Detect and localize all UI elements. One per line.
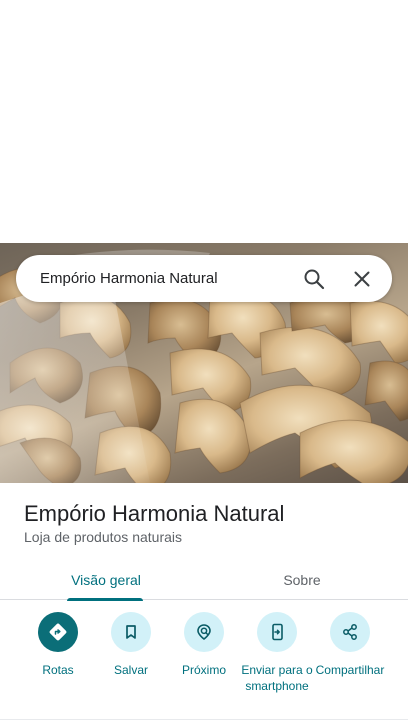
nearby-icon: [184, 612, 224, 652]
save-button[interactable]: Salvar: [92, 612, 170, 678]
send-to-phone-label: Enviar para o smartphone: [241, 663, 313, 693]
directions-label: Rotas: [42, 663, 74, 677]
action-buttons-row: Rotas Salvar Próximo Enviar para o smart…: [0, 612, 408, 712]
tab-about-label: Sobre: [283, 572, 321, 588]
directions-button[interactable]: Rotas: [19, 612, 97, 678]
share-button[interactable]: Compartilhar: [311, 612, 389, 678]
search-input[interactable]: Empório Harmonia Natural: [40, 270, 392, 287]
nearby-button[interactable]: Próximo: [165, 612, 243, 678]
share-label: Compartilhar: [315, 663, 385, 677]
place-category[interactable]: Loja de produtos naturais: [24, 529, 182, 545]
search-icon[interactable]: [302, 267, 326, 291]
active-tab-indicator: [67, 598, 143, 601]
place-title: Empório Harmonia Natural: [24, 501, 285, 526]
tab-overview[interactable]: Visão geral: [55, 560, 157, 601]
bookmark-icon: [111, 612, 151, 652]
nearby-label: Próximo: [181, 663, 226, 677]
tab-about[interactable]: Sobre: [250, 560, 354, 600]
close-icon[interactable]: [350, 267, 374, 291]
map-area-blank: [0, 0, 408, 243]
save-label: Salvar: [113, 663, 148, 677]
tab-bar: Visão geral Sobre: [0, 560, 408, 601]
divider: [0, 719, 408, 720]
share-icon: [330, 612, 370, 652]
directions-icon: [38, 612, 78, 652]
search-bar[interactable]: Empório Harmonia Natural: [16, 255, 392, 302]
send-to-phone-icon: [257, 612, 297, 652]
tab-overview-label: Visão geral: [71, 572, 141, 588]
send-to-phone-button[interactable]: Enviar para o smartphone: [238, 612, 316, 694]
